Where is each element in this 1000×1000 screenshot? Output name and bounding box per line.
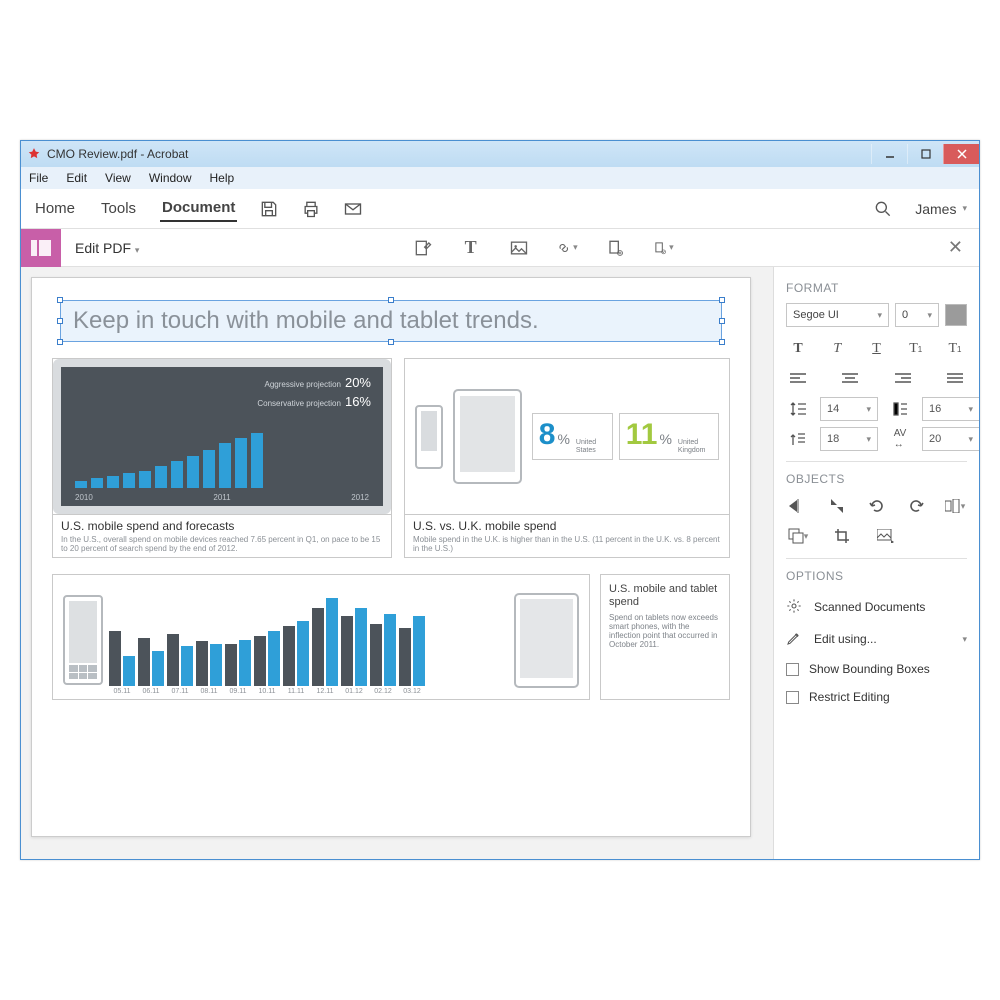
phone-icon xyxy=(415,405,443,469)
nav-tools[interactable]: Tools xyxy=(99,196,138,221)
superscript-icon[interactable]: T1 xyxy=(904,337,928,361)
format-panel: FORMAT Segoe UI▾ 0▾ T T T T1 T1 1 xyxy=(774,267,979,859)
nav-home[interactable]: Home xyxy=(33,196,77,221)
flip-vertical-icon[interactable] xyxy=(825,494,849,518)
selected-text-frame[interactable]: Keep in touch with mobile and tablet tre… xyxy=(60,300,722,342)
menubar: File Edit View Window Help xyxy=(21,167,979,189)
format-header: FORMAT xyxy=(786,281,967,295)
align-objects-icon[interactable]: ▾ xyxy=(943,494,967,518)
edit-text-tool-icon[interactable] xyxy=(412,237,434,259)
resize-handle[interactable] xyxy=(57,297,63,303)
user-name: James xyxy=(915,201,956,217)
font-family-dropdown[interactable]: Segoe UI▾ xyxy=(786,303,889,327)
font-size-dropdown[interactable]: 0▾ xyxy=(895,303,939,327)
close-button[interactable] xyxy=(943,144,979,164)
char-spacing-icon: AV↔ xyxy=(888,427,912,451)
gear-icon xyxy=(786,598,804,616)
link-tool-icon[interactable]: ▾ xyxy=(556,237,578,259)
resize-handle[interactable] xyxy=(388,339,394,345)
tablet-icon xyxy=(514,593,579,688)
close-tool-icon[interactable]: ✕ xyxy=(932,237,979,258)
window-title: CMO Review.pdf - Acrobat xyxy=(47,147,871,161)
align-left-icon[interactable] xyxy=(786,367,810,391)
stat-us: 8%United States xyxy=(532,413,613,459)
checkbox-icon[interactable] xyxy=(786,663,799,676)
menu-help[interactable]: Help xyxy=(210,171,235,185)
maximize-button[interactable] xyxy=(907,144,943,164)
header-footer-tool-icon[interactable]: ▾ xyxy=(652,237,674,259)
char-spacing-input[interactable]: 20▾ xyxy=(922,427,979,451)
app-window: CMO Review.pdf - Acrobat File Edit View … xyxy=(20,140,980,860)
resize-handle[interactable] xyxy=(57,339,63,345)
replace-image-icon[interactable] xyxy=(874,524,898,548)
flip-horizontal-icon[interactable] xyxy=(786,494,810,518)
menu-view[interactable]: View xyxy=(105,171,131,185)
tablet-icon xyxy=(453,389,521,484)
chart-us-mobile-spend: Aggressive projection20% Conservative pr… xyxy=(52,358,392,558)
add-text-tool-icon[interactable]: T xyxy=(460,237,482,259)
user-menu[interactable]: James▾ xyxy=(915,201,967,217)
align-right-icon[interactable] xyxy=(891,367,915,391)
menu-file[interactable]: File xyxy=(29,171,48,185)
option-edit-using[interactable]: Edit using... ▾ xyxy=(786,623,967,655)
save-icon[interactable] xyxy=(259,199,279,219)
text-style-row: T T T T1 T1 xyxy=(786,337,967,361)
edit-tools: T ▾ ▾ xyxy=(153,237,931,259)
minimize-button[interactable] xyxy=(871,144,907,164)
print-icon[interactable] xyxy=(301,199,321,219)
line-spacing-input[interactable]: 14▾ xyxy=(820,397,878,421)
chart-mobile-tablet-spend: 05.1106.1107.1108.1109.1110.1111.1112.11… xyxy=(52,574,590,700)
phone-icon xyxy=(63,595,103,685)
objects-header: OBJECTS xyxy=(786,472,967,486)
space-after-icon xyxy=(786,427,810,451)
options-header: OPTIONS xyxy=(786,569,967,583)
align-justify-icon[interactable] xyxy=(943,367,967,391)
top-nav: Home Tools Document James▾ xyxy=(21,189,979,229)
crop-icon[interactable] xyxy=(830,524,854,548)
resize-handle[interactable] xyxy=(719,297,725,303)
edit-pdf-dropdown[interactable]: Edit PDF ▾ xyxy=(61,240,153,256)
menu-window[interactable]: Window xyxy=(149,171,192,185)
document-canvas[interactable]: Keep in touch with mobile and tablet tre… xyxy=(21,267,774,859)
search-icon[interactable] xyxy=(873,199,893,219)
align-center-icon[interactable] xyxy=(838,367,862,391)
nav-document[interactable]: Document xyxy=(160,195,237,222)
underline-icon[interactable]: T xyxy=(865,337,889,361)
pencil-icon xyxy=(786,630,804,648)
font-color-chip[interactable] xyxy=(945,304,967,326)
page-heading[interactable]: Keep in touch with mobile and tablet tre… xyxy=(73,307,709,335)
stat-uk: 11%United Kingdom xyxy=(619,413,719,459)
chart-caption: U.S. mobile and tablet spend Spend on ta… xyxy=(600,574,730,700)
align-row xyxy=(786,367,967,391)
resize-handle[interactable] xyxy=(719,339,725,345)
menu-edit[interactable]: Edit xyxy=(66,171,87,185)
option-show-bounding-boxes[interactable]: Show Bounding Boxes xyxy=(786,655,967,683)
space-before-input[interactable]: 16▾ xyxy=(922,397,979,421)
rotate-cw-icon[interactable] xyxy=(904,494,928,518)
resize-handle[interactable] xyxy=(388,297,394,303)
pdf-page: Keep in touch with mobile and tablet tre… xyxy=(31,277,751,837)
view-mode-button[interactable] xyxy=(21,229,61,267)
italic-icon[interactable]: T xyxy=(825,337,849,361)
rotate-ccw-icon[interactable] xyxy=(865,494,889,518)
crop-tool-icon[interactable] xyxy=(604,237,626,259)
resize-handle[interactable] xyxy=(719,318,725,324)
bold-icon[interactable]: T xyxy=(786,337,810,361)
space-before-icon xyxy=(888,397,912,421)
chart-us-vs-uk: 8%United States 11%United Kingdom U.S. v… xyxy=(404,358,730,558)
option-scanned-docs[interactable]: Scanned Documents xyxy=(786,591,967,623)
acrobat-logo-icon xyxy=(27,147,41,161)
line-spacing-icon xyxy=(786,397,810,421)
add-image-tool-icon[interactable] xyxy=(508,237,530,259)
sub-toolbar: Edit PDF ▾ T ▾ ▾ ✕ xyxy=(21,229,979,267)
checkbox-icon[interactable] xyxy=(786,691,799,704)
subscript-icon[interactable]: T1 xyxy=(943,337,967,361)
space-after-input[interactable]: 18▾ xyxy=(820,427,878,451)
chart-title: U.S. mobile spend and forecasts xyxy=(61,519,383,533)
arrange-icon[interactable]: ▾ xyxy=(786,524,810,548)
resize-handle[interactable] xyxy=(57,318,63,324)
titlebar: CMO Review.pdf - Acrobat xyxy=(21,141,979,167)
option-restrict-editing[interactable]: Restrict Editing xyxy=(786,683,967,711)
mail-icon[interactable] xyxy=(343,199,363,219)
